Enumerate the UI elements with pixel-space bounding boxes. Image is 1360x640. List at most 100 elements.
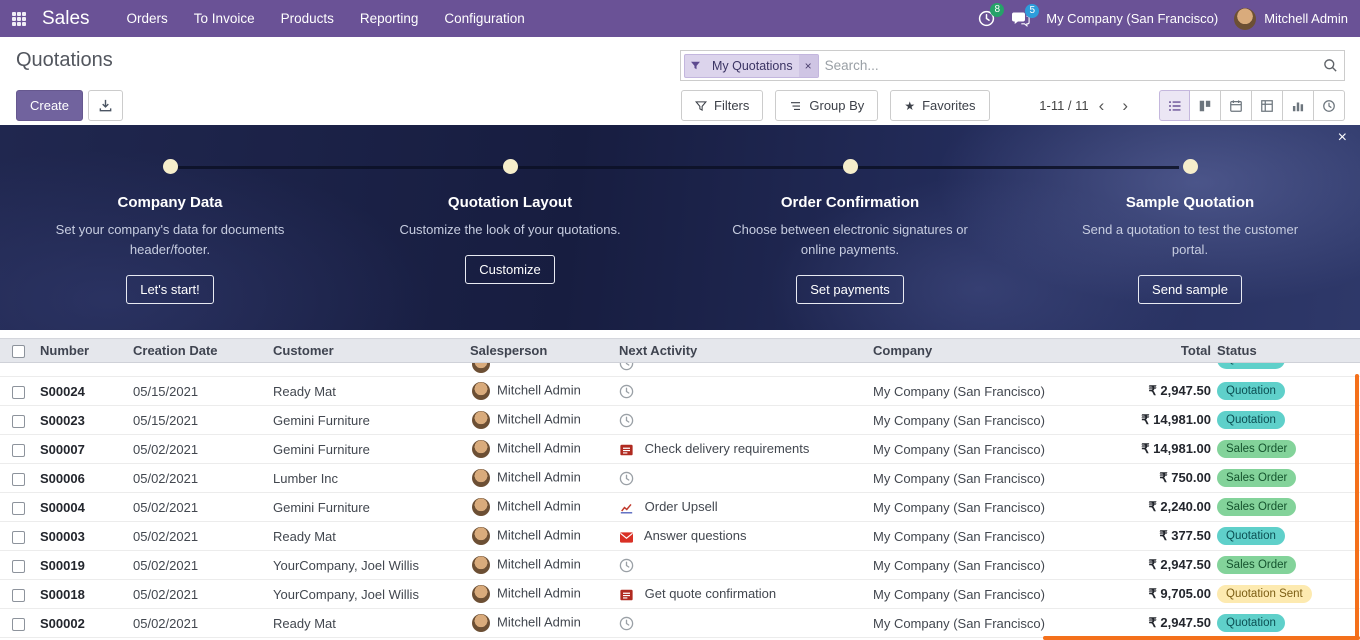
graph-view-icon[interactable] xyxy=(1283,90,1314,121)
horizontal-scrollbar-thumb[interactable] xyxy=(1043,636,1360,640)
table-row-partial[interactable]: Quotation xyxy=(0,363,1360,377)
activity-clock-icon[interactable] xyxy=(619,558,634,573)
vertical-scrollbar-thumb[interactable] xyxy=(1355,374,1359,639)
creation-date: 05/02/2021 xyxy=(133,529,198,544)
table-header-row: Number Creation Date Customer Salesperso… xyxy=(0,339,1360,363)
column-header-company[interactable]: Company xyxy=(871,339,1098,363)
table-row[interactable]: S00024 05/15/2021 Ready Mat Mitchell Adm… xyxy=(0,377,1360,406)
lets-start-button[interactable]: Let's start! xyxy=(126,275,214,304)
set-payments-button[interactable]: Set payments xyxy=(796,275,904,304)
menu-to-invoice[interactable]: To Invoice xyxy=(181,0,268,37)
table-row[interactable]: S00018 05/02/2021 YourCompany, Joel Will… xyxy=(0,580,1360,609)
activity-view-icon[interactable] xyxy=(1314,90,1345,121)
row-checkbox[interactable] xyxy=(12,560,25,573)
customer-name: Gemini Furniture xyxy=(273,500,370,515)
activities-clock-icon[interactable]: 8 xyxy=(978,10,995,27)
table-row[interactable]: S00002 05/02/2021 Ready Mat Mitchell Adm… xyxy=(0,609,1360,638)
column-header-next-activity[interactable]: Next Activity xyxy=(617,339,871,363)
salesperson-avatar xyxy=(472,382,490,400)
facet-label: My Quotations xyxy=(706,55,799,77)
activity-clock-icon[interactable] xyxy=(619,413,634,428)
column-header-number[interactable]: Number xyxy=(38,339,131,363)
row-checkbox[interactable] xyxy=(12,531,25,544)
filters-button[interactable]: Filters xyxy=(681,90,763,121)
activity-email-icon[interactable] xyxy=(619,531,634,544)
row-checkbox[interactable] xyxy=(12,473,25,486)
table-row[interactable]: S00004 05/02/2021 Gemini Furniture Mitch… xyxy=(0,493,1360,522)
salesperson-name: Mitchell Admin xyxy=(497,411,581,426)
company-switcher[interactable]: My Company (San Francisco) xyxy=(1046,11,1218,26)
activity-clock-icon[interactable] xyxy=(619,471,634,486)
messages-icon[interactable]: 5 xyxy=(1011,11,1030,27)
quotations-list: Number Creation Date Customer Salesperso… xyxy=(0,338,1360,638)
create-button[interactable]: Create xyxy=(16,90,83,121)
app-name[interactable]: Sales xyxy=(42,8,90,30)
search-input[interactable] xyxy=(825,58,1323,73)
activity-clock-icon[interactable] xyxy=(619,384,634,399)
menu-orders[interactable]: Orders xyxy=(114,0,181,37)
pager-previous-icon[interactable]: ‹ xyxy=(1091,97,1113,114)
salesperson-name: Mitchell Admin xyxy=(497,527,581,542)
row-checkbox[interactable] xyxy=(12,589,25,602)
activity-clock-icon[interactable] xyxy=(619,363,634,371)
filter-funnel-icon xyxy=(685,55,706,77)
group-by-button[interactable]: Group By xyxy=(775,90,878,121)
pager-next-icon[interactable]: › xyxy=(1114,97,1136,114)
column-header-creation-date[interactable]: Creation Date xyxy=(131,339,271,363)
row-checkbox[interactable] xyxy=(12,415,25,428)
creation-date: 05/02/2021 xyxy=(133,500,198,515)
activity-upsell-chart-icon[interactable] xyxy=(619,501,634,515)
status-badge: Quotation xyxy=(1217,411,1285,430)
salesperson-avatar xyxy=(472,411,490,429)
creation-date: 05/02/2021 xyxy=(133,558,198,573)
table-row[interactable]: S00006 05/02/2021 Lumber Inc Mitchell Ad… xyxy=(0,464,1360,493)
customize-button[interactable]: Customize xyxy=(465,255,554,284)
menu-configuration[interactable]: Configuration xyxy=(431,0,537,37)
row-checkbox[interactable] xyxy=(12,618,25,631)
step-title: Company Data xyxy=(117,194,222,211)
table-row[interactable]: S00007 05/02/2021 Gemini Furniture Mitch… xyxy=(0,435,1360,464)
row-checkbox[interactable] xyxy=(12,502,25,515)
table-row[interactable]: S00003 05/02/2021 Ready Mat Mitchell Adm… xyxy=(0,522,1360,551)
column-header-total[interactable]: Total xyxy=(1098,339,1215,363)
table-row[interactable]: S00019 05/02/2021 YourCompany, Joel Will… xyxy=(0,551,1360,580)
next-activity-label: Answer questions xyxy=(644,528,747,543)
step-dot xyxy=(503,159,518,174)
group-by-label: Group By xyxy=(809,98,864,113)
step-description: Send a quotation to test the customer po… xyxy=(1065,220,1315,260)
favorites-label: Favorites xyxy=(922,98,975,113)
facet-remove-icon[interactable]: × xyxy=(799,55,818,77)
salesperson-avatar xyxy=(472,440,490,458)
pivot-view-icon[interactable] xyxy=(1252,90,1283,121)
select-all-checkbox[interactable] xyxy=(12,345,25,358)
column-header-customer[interactable]: Customer xyxy=(271,339,468,363)
total-amount: ₹ 2,947.50 xyxy=(1149,557,1212,572)
activity-clock-icon[interactable] xyxy=(619,616,634,631)
customer-name: Gemini Furniture xyxy=(273,413,370,428)
kanban-view-icon[interactable] xyxy=(1190,90,1221,121)
total-amount: ₹ 2,947.50 xyxy=(1149,383,1212,398)
activity-todo-icon[interactable] xyxy=(619,443,634,457)
calendar-view-icon[interactable] xyxy=(1221,90,1252,121)
row-checkbox[interactable] xyxy=(12,386,25,399)
send-sample-button[interactable]: Send sample xyxy=(1138,275,1242,304)
search-icon[interactable] xyxy=(1323,58,1338,73)
total-amount: ₹ 2,240.00 xyxy=(1149,499,1212,514)
apps-menu-icon[interactable] xyxy=(12,12,26,26)
user-menu[interactable]: Mitchell Admin xyxy=(1264,11,1348,26)
user-avatar[interactable] xyxy=(1234,8,1256,30)
favorites-button[interactable]: ★ Favorites xyxy=(890,90,989,121)
salesperson-avatar xyxy=(472,614,490,632)
banner-close-icon[interactable]: × xyxy=(1338,130,1347,146)
salesperson-avatar xyxy=(472,585,490,603)
column-header-status[interactable]: Status xyxy=(1215,339,1360,363)
column-header-salesperson[interactable]: Salesperson xyxy=(468,339,617,363)
menu-reporting[interactable]: Reporting xyxy=(347,0,432,37)
table-row[interactable]: S00023 05/15/2021 Gemini Furniture Mitch… xyxy=(0,406,1360,435)
row-checkbox[interactable] xyxy=(12,444,25,457)
export-icon[interactable] xyxy=(88,90,123,121)
step-company-data: Company Data Set your company's data for… xyxy=(0,159,340,304)
activity-todo-icon[interactable] xyxy=(619,588,634,602)
list-view-icon[interactable] xyxy=(1159,90,1190,121)
menu-products[interactable]: Products xyxy=(268,0,347,37)
